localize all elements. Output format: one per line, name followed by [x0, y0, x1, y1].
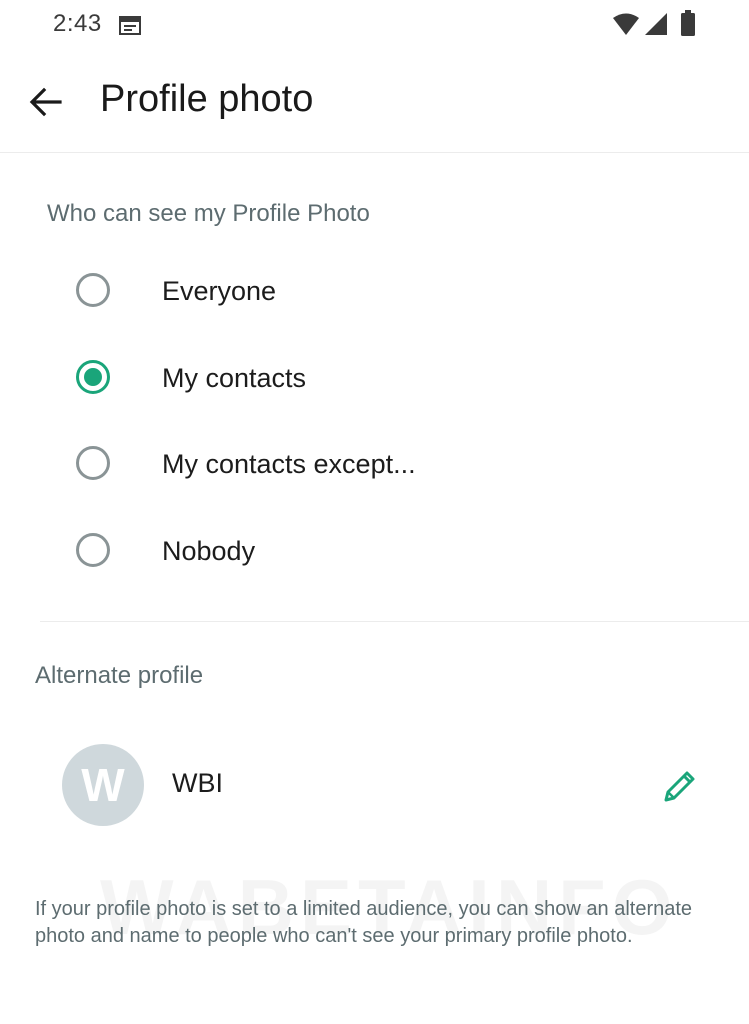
app-bar: Profile photo	[0, 52, 749, 153]
section-divider	[40, 621, 749, 622]
pencil-icon[interactable]	[658, 764, 702, 808]
radio-button[interactable]	[76, 446, 110, 480]
status-time: 2:43	[53, 10, 102, 37]
arrow-left-icon[interactable]	[24, 80, 68, 124]
option-nobody[interactable]: Nobody	[60, 516, 700, 588]
calendar-icon	[119, 16, 141, 35]
alternate-profile-row[interactable]: W WBI	[40, 730, 720, 840]
option-everyone[interactable]: Everyone	[60, 256, 700, 328]
status-bar: 2:43	[0, 0, 749, 52]
option-label: My contacts except...	[162, 449, 416, 479]
avatar: W	[62, 744, 144, 826]
visibility-heading: Who can see my Profile Photo	[47, 200, 370, 227]
battery-icon	[681, 10, 695, 36]
page-title: Profile photo	[100, 78, 314, 120]
signal-icon	[645, 13, 667, 35]
radio-button-checked[interactable]	[76, 360, 110, 394]
option-label: Everyone	[162, 276, 277, 306]
option-label: My contacts	[162, 363, 307, 393]
option-my-contacts[interactable]: My contacts	[60, 343, 700, 415]
radio-button[interactable]	[76, 273, 110, 307]
footer-note: If your profile photo is set to a limite…	[35, 898, 693, 947]
option-my-contacts-except[interactable]: My contacts except...	[60, 429, 700, 501]
wifi-icon	[613, 13, 639, 35]
alternate-profile-heading: Alternate profile	[35, 662, 204, 689]
option-label: Nobody	[162, 536, 256, 566]
radio-button[interactable]	[76, 533, 110, 567]
alternate-profile-name: WBI	[172, 768, 223, 798]
